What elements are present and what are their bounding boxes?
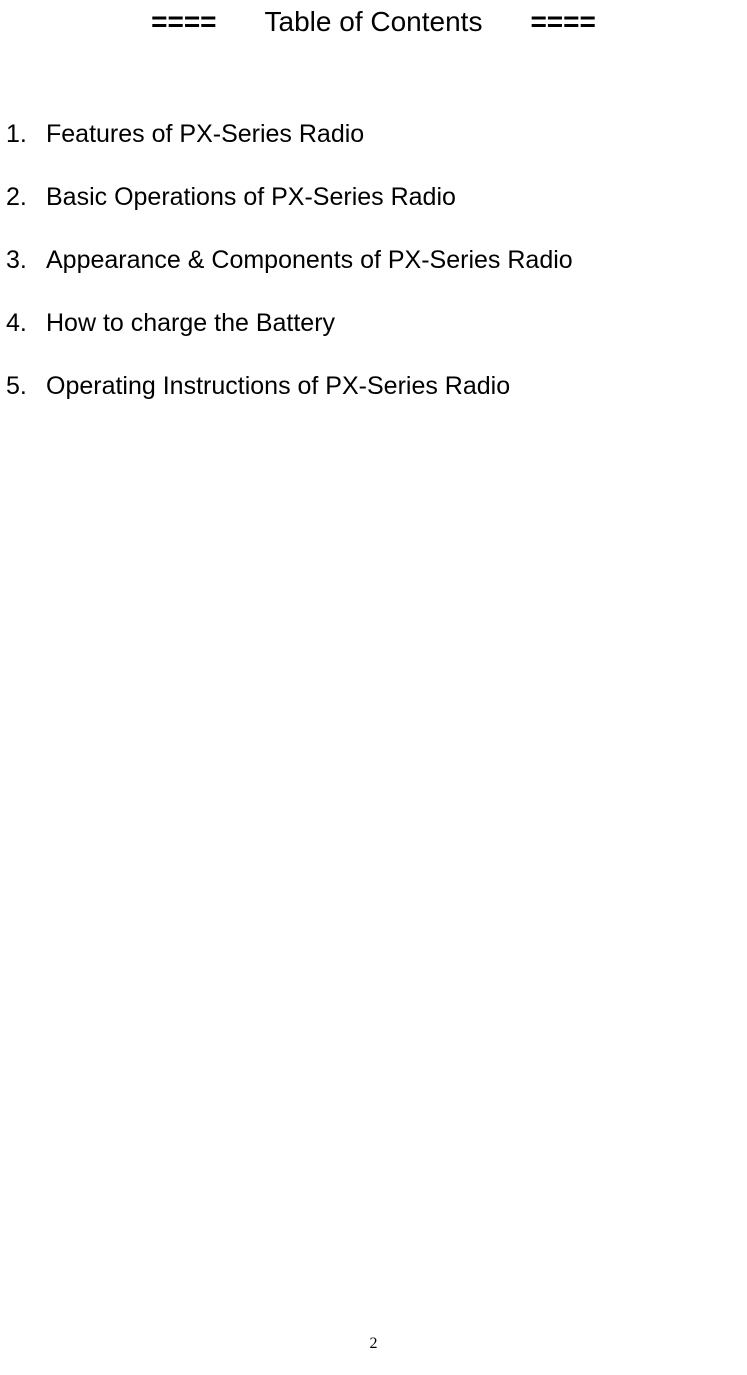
title-text: Table of Contents — [265, 6, 483, 38]
toc-item-number: 2. — [6, 183, 46, 212]
title-row: ==== Table of Contents ==== — [0, 0, 747, 38]
toc-item: 1. Features of PX-Series Radio — [6, 120, 747, 149]
toc-item: 4. How to charge the Battery — [6, 309, 747, 338]
toc-list: 1. Features of PX-Series Radio 2. Basic … — [0, 120, 747, 401]
toc-item: 5. Operating Instructions of PX-Series R… — [6, 372, 747, 401]
title-decoration-right: ==== — [530, 6, 595, 38]
toc-item-number: 3. — [6, 246, 46, 275]
toc-item-text: Operating Instructions of PX-Series Radi… — [46, 372, 747, 401]
title-decoration-left: ==== — [151, 6, 216, 38]
page-number: 2 — [0, 1335, 747, 1353]
toc-item-number: 1. — [6, 120, 46, 149]
toc-item: 2. Basic Operations of PX-Series Radio — [6, 183, 747, 212]
toc-item-text: Appearance & Components of PX-Series Rad… — [46, 246, 747, 275]
toc-item-text: Features of PX-Series Radio — [46, 120, 747, 149]
toc-item-text: Basic Operations of PX-Series Radio — [46, 183, 747, 212]
toc-item-text: How to charge the Battery — [46, 309, 747, 338]
toc-item-number: 4. — [6, 309, 46, 338]
toc-item-number: 5. — [6, 372, 46, 401]
toc-item: 3. Appearance & Components of PX-Series … — [6, 246, 747, 275]
